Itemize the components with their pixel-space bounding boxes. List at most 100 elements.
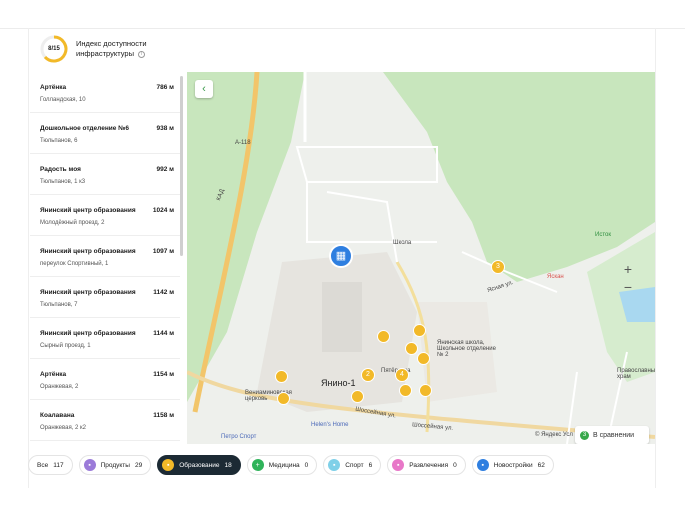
place-name: Артёнка — [40, 84, 67, 91]
education-marker[interactable] — [413, 324, 426, 337]
filter-label: Образование — [179, 461, 220, 469]
filter-all[interactable]: Все 117 — [28, 455, 73, 475]
education-cluster-marker[interactable]: 4 — [395, 368, 409, 382]
place-address: Молодёжный проезд, 2 — [40, 220, 105, 226]
place-address: Голландская, 10 — [40, 97, 86, 103]
list-item[interactable]: Янинский центр образования 1144 м Сырный… — [30, 318, 180, 359]
education-marker[interactable] — [419, 384, 432, 397]
collapse-list-button[interactable]: ‹ — [195, 80, 213, 98]
list-item[interactable]: Янинский центр образования 1024 м Молодё… — [30, 195, 180, 236]
filter-label: Медицина — [268, 461, 300, 469]
filter-label: Новостройки — [493, 461, 533, 469]
place-address: Оранжевая, 2 к2 — [40, 425, 87, 431]
map-label-school-full: Янинская школа, Школьное отделение № 2 — [437, 340, 496, 358]
entertainment-icon: ▪ — [392, 459, 405, 471]
score-value: 8/15 — [48, 46, 60, 52]
education-marker[interactable] — [417, 352, 430, 365]
place-distance: 938 м — [156, 125, 174, 132]
place-address: переулок Спортивный, 1 — [40, 261, 109, 267]
places-list: Артёнка 786 м Голландская, 10 Дошкольное… — [30, 72, 180, 444]
info-icon[interactable]: i — [138, 50, 146, 58]
place-distance: 786 м — [156, 84, 174, 91]
filter-new-buildings[interactable]: ▪ Новостройки 62 — [471, 455, 554, 475]
place-name: Радость моя — [40, 166, 81, 173]
map-view[interactable]: ‹ КАД А-118 Школа Исток Яскан Ясная ул. … — [187, 72, 655, 444]
place-distance: 992 м — [156, 166, 174, 173]
education-icon: ▪ — [162, 459, 175, 471]
accessibility-header: 8/15 Индекс доступности инфраструктуры i — [40, 34, 166, 64]
filter-label: Развлечения — [409, 461, 449, 469]
map-label-school: Школа — [393, 240, 412, 246]
education-marker[interactable] — [399, 384, 412, 397]
zoom-in-button[interactable]: + — [624, 260, 632, 278]
map-label-pravoslav: Православный храм — [617, 368, 655, 380]
score-ring: 8/15 — [40, 35, 68, 63]
map-label-yanino: Янино-1 — [321, 378, 356, 388]
education-marker[interactable] — [277, 392, 290, 405]
place-name: Дошкольное отделение №6 — [40, 125, 130, 132]
sport-icon: ▪ — [328, 459, 341, 471]
map-label-petro: Петро Спорт — [221, 434, 257, 440]
education-cluster-marker[interactable]: 3 — [491, 260, 505, 274]
filter-label: Все — [37, 461, 49, 469]
place-distance: 1142 м — [153, 289, 174, 296]
map-label-helens: Helen's Home — [311, 422, 349, 428]
education-marker[interactable] — [405, 342, 418, 355]
map-label-istok: Исток — [595, 232, 611, 238]
place-name: Артёнка — [40, 371, 67, 378]
building-icon: ▪ — [476, 459, 489, 471]
list-item[interactable]: Янинский центр образования 1097 м переул… — [30, 236, 180, 277]
list-item[interactable]: Радость моя 992 м Тюльпанов, 1 к3 — [30, 154, 180, 195]
education-cluster-marker[interactable]: 2 — [361, 368, 375, 382]
list-scrollbar[interactable] — [180, 76, 183, 256]
filter-label: Продукты — [100, 461, 130, 469]
compare-label: В сравнении — [593, 431, 635, 439]
filter-count: 62 — [537, 461, 545, 469]
education-marker[interactable] — [351, 390, 364, 403]
place-name: Янинский центр образования — [40, 248, 136, 255]
place-address: Тюльпанов, 7 — [40, 302, 78, 308]
map-attribution: © Яндекс Усл — [535, 432, 573, 438]
place-name: Янинский центр образования — [40, 289, 136, 296]
place-distance: 1158 м — [153, 412, 174, 419]
cart-icon: ▪ — [83, 459, 96, 471]
list-item[interactable]: Артёнка 786 м Голландская, 10 — [30, 72, 180, 113]
index-title: Индекс доступности инфраструктуры — [76, 39, 147, 58]
place-distance: 1024 м — [152, 207, 174, 214]
filter-education[interactable]: ▪ Образование 18 — [157, 455, 241, 475]
place-address: Сырный проезд, 1 — [40, 343, 91, 349]
place-name: Коалавана — [40, 412, 75, 419]
filter-entertainment[interactable]: ▪ Развлечения 0 — [387, 455, 466, 475]
education-marker[interactable] — [275, 370, 288, 383]
filter-count: 6 — [368, 461, 373, 469]
filter-count: 117 — [53, 461, 64, 469]
filter-count: 0 — [453, 461, 457, 469]
zoom-controls: + − — [617, 260, 639, 296]
filter-label: Спорт — [345, 461, 364, 469]
filter-medicine[interactable]: + Медицина 0 — [246, 455, 318, 475]
home-building-marker[interactable]: ▦ — [329, 244, 353, 268]
filter-sport[interactable]: ▪ Спорт 6 — [323, 455, 382, 475]
place-name: Янинский центр образования — [40, 330, 136, 337]
place-distance: 1144 м — [153, 330, 174, 337]
compare-count: 3 — [580, 430, 589, 440]
zoom-out-button[interactable]: − — [624, 278, 632, 296]
place-distance: 1097 м — [152, 248, 174, 255]
road-label-a118: А-118 — [235, 140, 251, 146]
place-address: Тюльпанов, 1 к3 — [40, 179, 86, 185]
list-item[interactable]: Дошкольное отделение №6 938 м Тюльпанов,… — [30, 113, 180, 154]
place-name: Янинский центр образования — [40, 207, 136, 214]
filter-products[interactable]: ▪ Продукты 29 — [78, 455, 152, 475]
medicine-icon: + — [251, 459, 264, 471]
list-item[interactable]: Янинский центр образования 1142 м Тюльпа… — [30, 277, 180, 318]
filter-count: 0 — [304, 461, 309, 469]
place-address: Тюльпанов, 6 — [40, 138, 78, 144]
place-distance: 1154 м — [153, 371, 174, 378]
list-item[interactable]: Артёнка 1154 м Оранжевая, 2 — [30, 359, 180, 400]
education-marker[interactable] — [377, 330, 390, 343]
filter-count: 18 — [224, 461, 232, 469]
list-item[interactable]: Коалавана 1158 м Оранжевая, 2 к2 — [30, 400, 180, 441]
map-label-yaskan: Яскан — [547, 274, 564, 280]
place-address: Оранжевая, 2 — [40, 384, 79, 390]
compare-button[interactable]: 3 В сравнении — [575, 426, 649, 444]
